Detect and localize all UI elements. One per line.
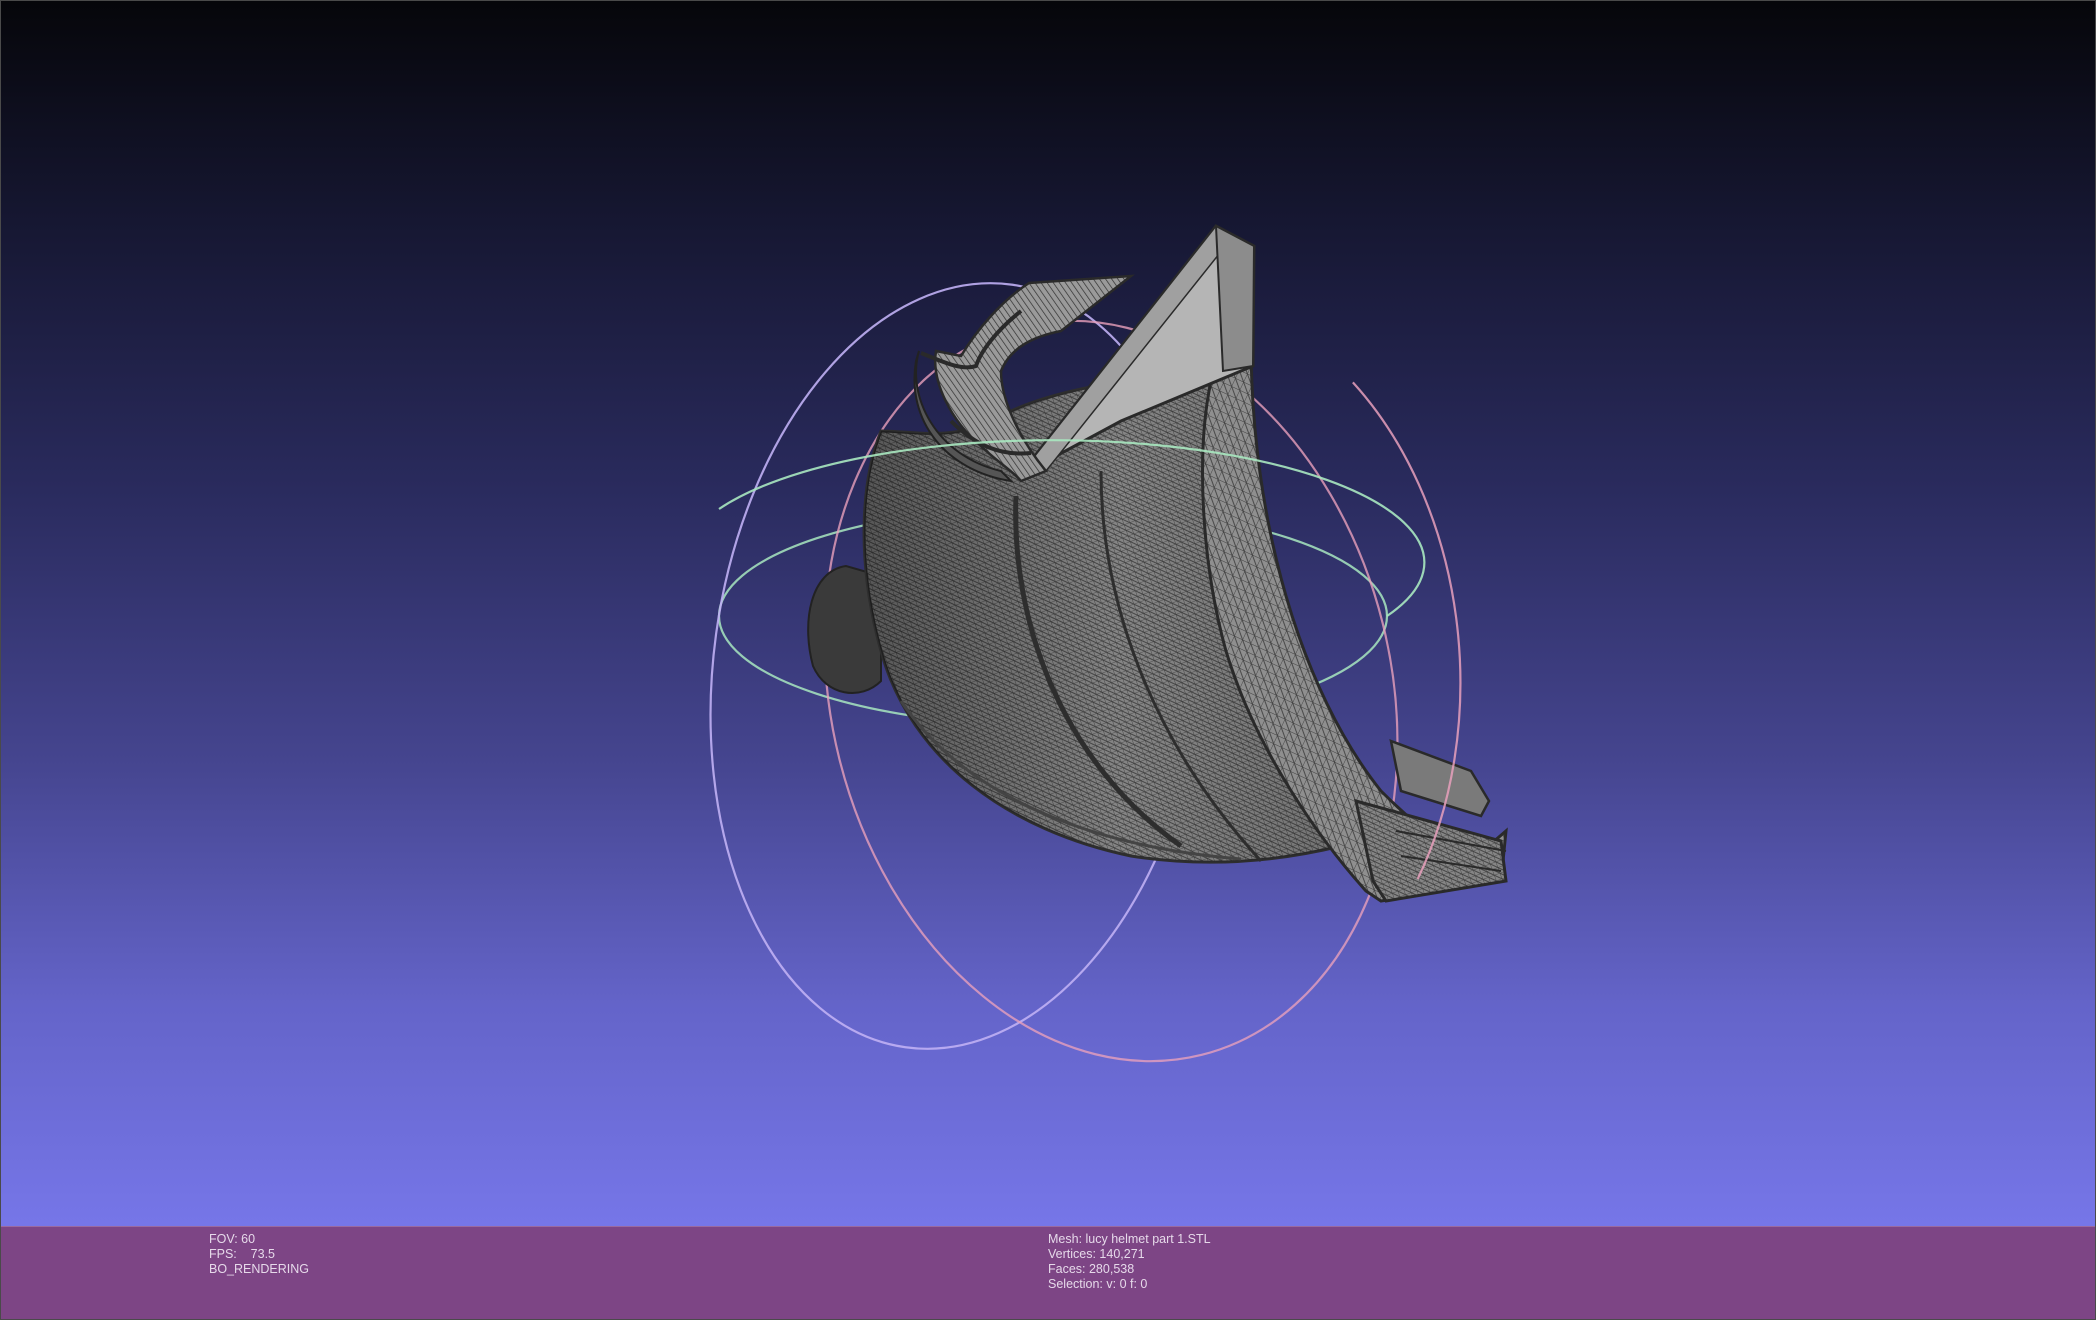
mesh-object[interactable] bbox=[807, 224, 1508, 903]
faces-readout: Faces: 280,538 bbox=[1048, 1262, 1135, 1276]
fps-readout: FPS: 73.5 bbox=[209, 1247, 276, 1261]
vertices-readout: Vertices: 140,271 bbox=[1048, 1247, 1145, 1261]
mesh-info: Mesh: lucy helmet part 1.STL Vertices: 1… bbox=[1048, 1232, 1211, 1292]
selection-readout: Selection: v: 0 f: 0 bbox=[1048, 1277, 1148, 1291]
meshlab-window: FOV: 60 FPS: 73.5 BO_RENDERING Mesh: luc… bbox=[0, 0, 2096, 1320]
mesh-name-readout: Mesh: lucy helmet part 1.STL bbox=[1048, 1232, 1211, 1246]
render-info: FOV: 60 FPS: 73.5 BO_RENDERING bbox=[209, 1232, 309, 1277]
fov-readout: FOV: 60 bbox=[209, 1232, 256, 1246]
info-bar: FOV: 60 FPS: 73.5 BO_RENDERING Mesh: luc… bbox=[1, 1226, 2095, 1319]
3d-viewport[interactable] bbox=[1, 1, 2096, 1226]
viewport-canvas[interactable] bbox=[1, 1, 2096, 1226]
render-mode-readout: BO_RENDERING bbox=[209, 1262, 310, 1276]
